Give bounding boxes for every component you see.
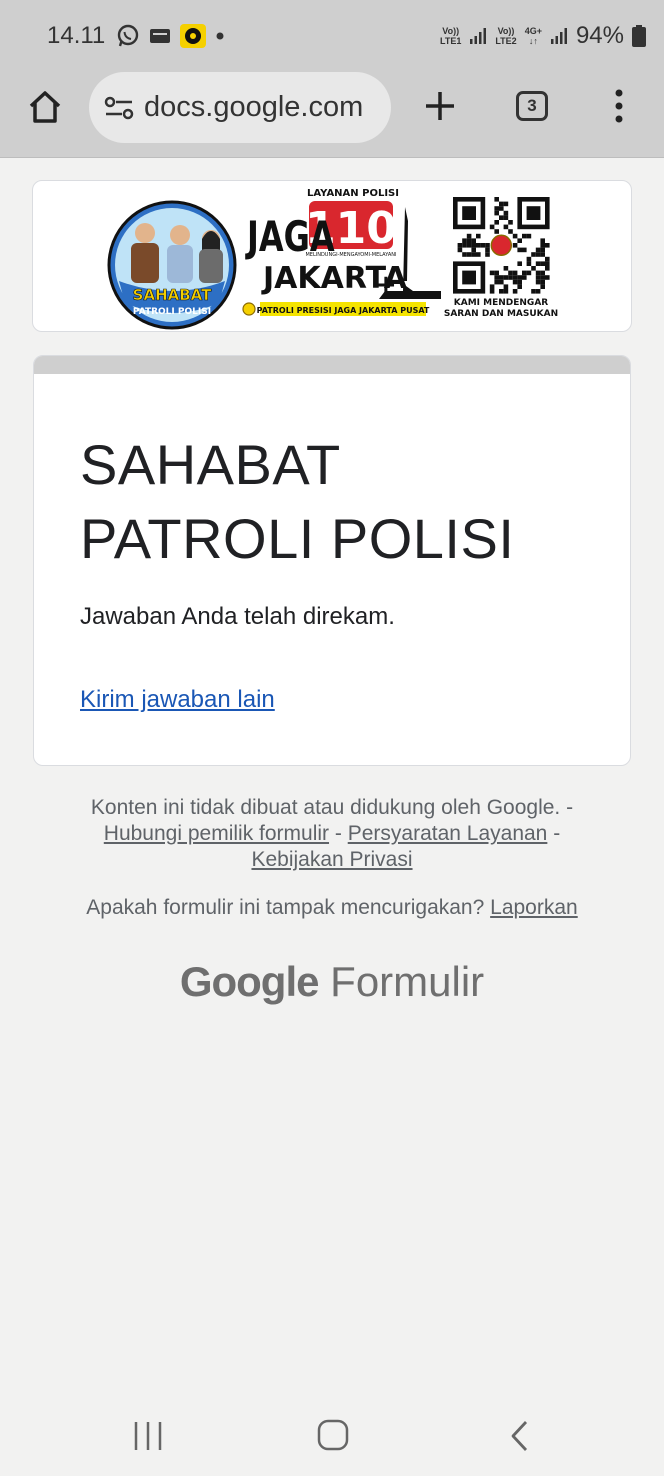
form-title: SAHABAT PATROLI POLISI: [80, 433, 515, 570]
banner-image: SAHABAT PATROLI POLISI LAYANAN POLISI 11…: [107, 188, 558, 330]
message-icon: [150, 29, 170, 43]
badge-subtitle: PATROLI POLISI: [133, 307, 211, 317]
whatsapp-icon: [117, 24, 139, 47]
confirmation-message: Jawaban Anda telah direkam.: [80, 603, 395, 630]
qr-caption-1: KAMI MENDENGAR: [454, 298, 549, 308]
sim1-label: Vo)) LTE1: [440, 26, 462, 46]
notification-icons: [116, 24, 225, 48]
system-nav-bar: [0, 1396, 664, 1476]
service-label: LAYANAN POLISI: [307, 188, 399, 199]
tab-switcher-button[interactable]: 3: [510, 84, 554, 128]
new-tab-button[interactable]: [418, 84, 462, 128]
campaign-line1: JAGA: [244, 213, 335, 261]
battery-percent: 94%: [575, 22, 624, 49]
recent-apps-icon[interactable]: [130, 1418, 166, 1454]
google-forms-logo[interactable]: Google Formulir: [0, 958, 664, 1006]
report-row: Apakah formulir ini tampak mencurigakan?…: [40, 896, 624, 920]
privacy-link[interactable]: Kebijakan Privasi: [251, 848, 412, 871]
system-status: Vo)) LTE1 Vo)) LTE2 4G+ ↓↑ 94%: [440, 22, 646, 50]
contact-owner-link[interactable]: Hubungi pemilik formulir: [104, 822, 329, 845]
home-icon: [29, 91, 61, 123]
form-header-banner: SAHABAT PATROLI POLISI LAYANAN POLISI 11…: [32, 180, 632, 332]
browser-toolbar: docs.google.com 3: [0, 72, 664, 158]
status-time: 14.11: [47, 22, 106, 49]
app-icon: [180, 24, 206, 48]
url-text[interactable]: docs.google.com: [144, 91, 363, 124]
terms-link[interactable]: Persyaratan Layanan: [348, 822, 548, 845]
back-icon[interactable]: [506, 1418, 534, 1454]
dot-icon: [216, 32, 224, 40]
more-menu-button[interactable]: [600, 84, 638, 128]
qr-code: [453, 197, 550, 294]
confirmation-card: SAHABAT PATROLI POLISI Jawaban Anda tela…: [33, 355, 631, 766]
new-tab-icon: [426, 92, 454, 120]
network-type: 4G+ ↓↑: [524, 26, 542, 46]
sim2-label: Vo)) LTE2: [495, 26, 517, 46]
home-nav-icon[interactable]: [314, 1416, 352, 1454]
google-wordmark: Google: [179, 958, 320, 1005]
footer-disclaimer: Konten ini tidak dibuat atau didukung ol…: [90, 796, 574, 871]
suspicious-text: Apakah formulir ini tampak mencurigakan?: [86, 896, 485, 919]
battery-icon: [632, 25, 646, 47]
qr-caption-2: SARAN DAN MASUKAN: [444, 309, 558, 319]
tab-switcher-icon: 3: [516, 91, 548, 121]
signal-icon: [550, 28, 567, 44]
status-bar: 14.11 Vo)) LTE1 Vo)) LTE2 4G+ ↓↑ 94%: [0, 0, 664, 72]
signal-icon: [470, 28, 487, 44]
submit-another-link[interactable]: Kirim jawaban lain: [80, 686, 275, 714]
badge-title: SAHABAT: [133, 286, 212, 304]
card-accent-bar: [34, 356, 630, 374]
report-link[interactable]: Laporkan: [490, 896, 578, 919]
address-bar[interactable]: docs.google.com: [89, 72, 391, 143]
forms-wordmark: Formulir: [330, 958, 485, 1005]
site-settings-icon[interactable]: [104, 95, 134, 121]
disclaimer-text: Konten ini tidak dibuat atau didukung ol…: [90, 796, 574, 819]
more-menu-icon: [615, 89, 623, 123]
banner-strip: PATROLI PRESISI JAGA JAKARTA PUSAT: [257, 306, 430, 315]
home-button[interactable]: [22, 84, 68, 130]
